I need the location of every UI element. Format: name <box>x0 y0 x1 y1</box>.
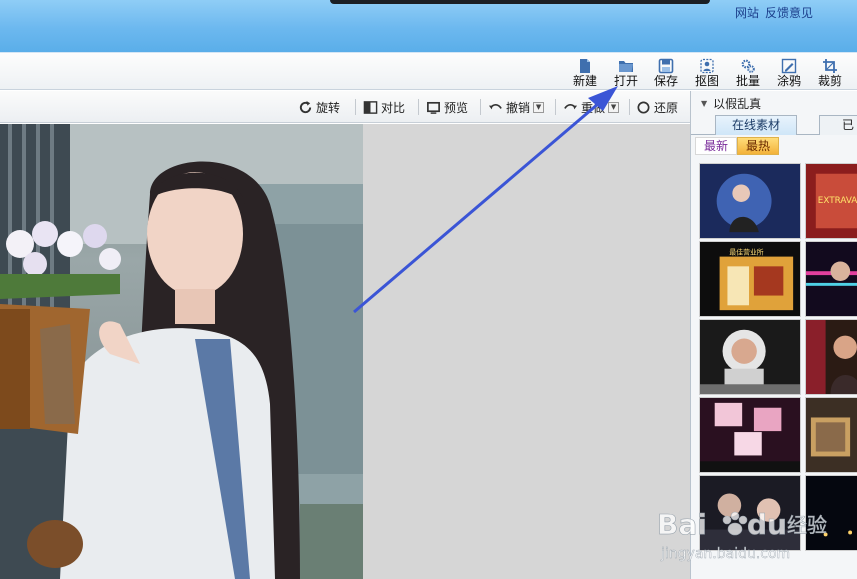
undo-icon <box>488 103 502 109</box>
rotate-button[interactable]: 旋转 <box>298 97 340 117</box>
new-file-icon <box>565 56 605 74</box>
app-window: 网站 反馈意见 新建 打开 保存 抠图 批量 涂鸦 裁剪 旋转 对比 预览 撤销… <box>0 0 857 579</box>
top-links: 网站 反馈意见 <box>735 4 813 21</box>
thumb-text: EXTRAVAGANZA <box>818 196 857 206</box>
crop-icon <box>810 56 850 74</box>
redo-dropdown-icon[interactable]: ▼ <box>608 101 620 113</box>
preview-icon <box>427 101 440 114</box>
material-thumb[interactable] <box>699 397 801 473</box>
brush-icon <box>769 56 809 74</box>
restore-label: 还原 <box>654 100 679 115</box>
new-label: 新建 <box>572 74 597 88</box>
thumb-text: 最佳营业所 <box>729 248 763 257</box>
feedback-link[interactable]: 反馈意见 <box>765 4 813 21</box>
tab-online-material[interactable]: 在线素材 <box>715 115 798 135</box>
redo-label: 重做 <box>581 100 606 115</box>
tab-other[interactable]: 已 <box>819 115 857 135</box>
preview-button[interactable]: 预览 <box>426 97 468 117</box>
divider <box>418 99 419 115</box>
gears-icon <box>728 56 768 74</box>
compare-button[interactable]: 对比 <box>363 97 405 117</box>
batch-button[interactable]: 批量 <box>728 56 768 90</box>
title-decoration <box>330 0 710 4</box>
divider <box>555 99 556 115</box>
subtab-newest[interactable]: 最新 <box>695 137 738 155</box>
title-bar: 网站 反馈意见 <box>0 0 857 52</box>
material-thumb[interactable] <box>699 319 801 395</box>
main-toolbar: 新建 打开 保存 抠图 批量 涂鸦 裁剪 <box>0 52 857 90</box>
cutout-button[interactable]: 抠图 <box>687 56 727 90</box>
material-thumb[interactable] <box>699 163 801 239</box>
save-label: 保存 <box>653 74 678 88</box>
material-grid: EXTRAVAGANZA 最佳营业所 <box>697 161 857 579</box>
restore-icon <box>637 101 650 113</box>
doodle-button[interactable]: 涂鸦 <box>769 56 809 90</box>
new-button[interactable]: 新建 <box>565 56 605 90</box>
batch-label: 批量 <box>735 74 760 88</box>
divider <box>355 99 356 115</box>
save-button[interactable]: 保存 <box>646 56 686 90</box>
preview-label: 预览 <box>444 100 469 115</box>
website-link[interactable]: 网站 <box>735 4 759 21</box>
material-thumb[interactable] <box>805 319 857 395</box>
panel-tabs: 在线素材 已 <box>691 115 857 135</box>
divider <box>629 99 630 115</box>
cutout-label: 抠图 <box>694 74 719 88</box>
folder-icon <box>606 56 646 74</box>
restore-button[interactable]: 还原 <box>636 97 678 117</box>
crop-label: 裁剪 <box>817 74 842 88</box>
compare-icon <box>363 100 378 114</box>
undo-dropdown-icon[interactable]: ▼ <box>533 101 545 113</box>
material-thumb[interactable] <box>805 475 857 551</box>
undo-button[interactable]: 撤销 ▼ <box>488 97 545 117</box>
material-thumb[interactable]: EXTRAVAGANZA <box>805 163 857 239</box>
doodle-label: 涂鸦 <box>776 74 801 88</box>
rotate-icon <box>299 100 312 113</box>
compare-label: 对比 <box>381 100 406 115</box>
panel-title: 以假乱真 <box>713 97 762 111</box>
editing-canvas[interactable] <box>0 124 690 579</box>
rotate-label: 旋转 <box>316 100 341 115</box>
open-button[interactable]: 打开 <box>606 56 646 90</box>
material-thumb[interactable] <box>805 397 857 473</box>
open-label: 打开 <box>613 74 638 88</box>
redo-button[interactable]: 重做 ▼ <box>563 97 620 117</box>
collapse-triangle-icon[interactable]: ▼ <box>701 99 707 108</box>
crop-button[interactable]: 裁剪 <box>810 56 850 90</box>
material-thumb[interactable]: 最佳营业所 <box>699 241 801 317</box>
divider <box>480 99 481 115</box>
material-thumb[interactable] <box>699 475 801 551</box>
photo-image <box>0 124 363 579</box>
undo-label: 撤销 <box>506 100 531 115</box>
subtab-hottest[interactable]: 最热 <box>737 137 780 155</box>
edit-toolbar: 旋转 对比 预览 撤销 ▼ 重做 ▼ 还原 <box>0 91 690 123</box>
panel-subtabs: 最新 最热 <box>695 137 780 155</box>
material-thumb[interactable] <box>805 241 857 317</box>
material-panel: ▼ 以假乱真 在线素材 已 最新 最热 EXTRAVAGANZA 最佳营业所 <box>690 91 857 579</box>
panel-header[interactable]: ▼ 以假乱真 <box>701 95 761 112</box>
floppy-icon <box>646 56 686 74</box>
cutout-icon <box>687 56 727 74</box>
redo-icon <box>564 103 578 109</box>
